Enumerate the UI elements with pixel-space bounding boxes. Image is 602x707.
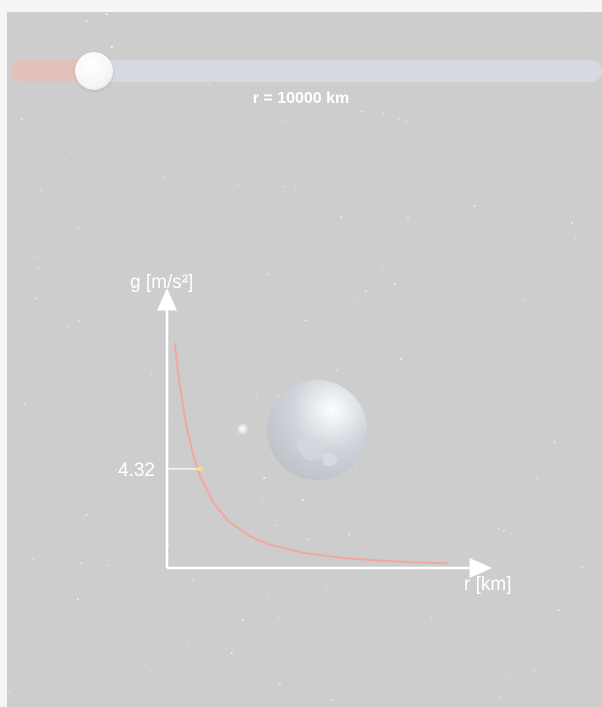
y-axis-label: g [m/s²] (130, 272, 193, 293)
earth-illustration (267, 380, 367, 480)
moon-illustration (237, 424, 249, 436)
g-value-label: 4.32 (118, 460, 155, 481)
current-point (197, 466, 203, 472)
x-axis-label: r [km] (464, 574, 512, 595)
gravity-chart: g [m/s²] r [km] 4.32 (118, 272, 512, 595)
